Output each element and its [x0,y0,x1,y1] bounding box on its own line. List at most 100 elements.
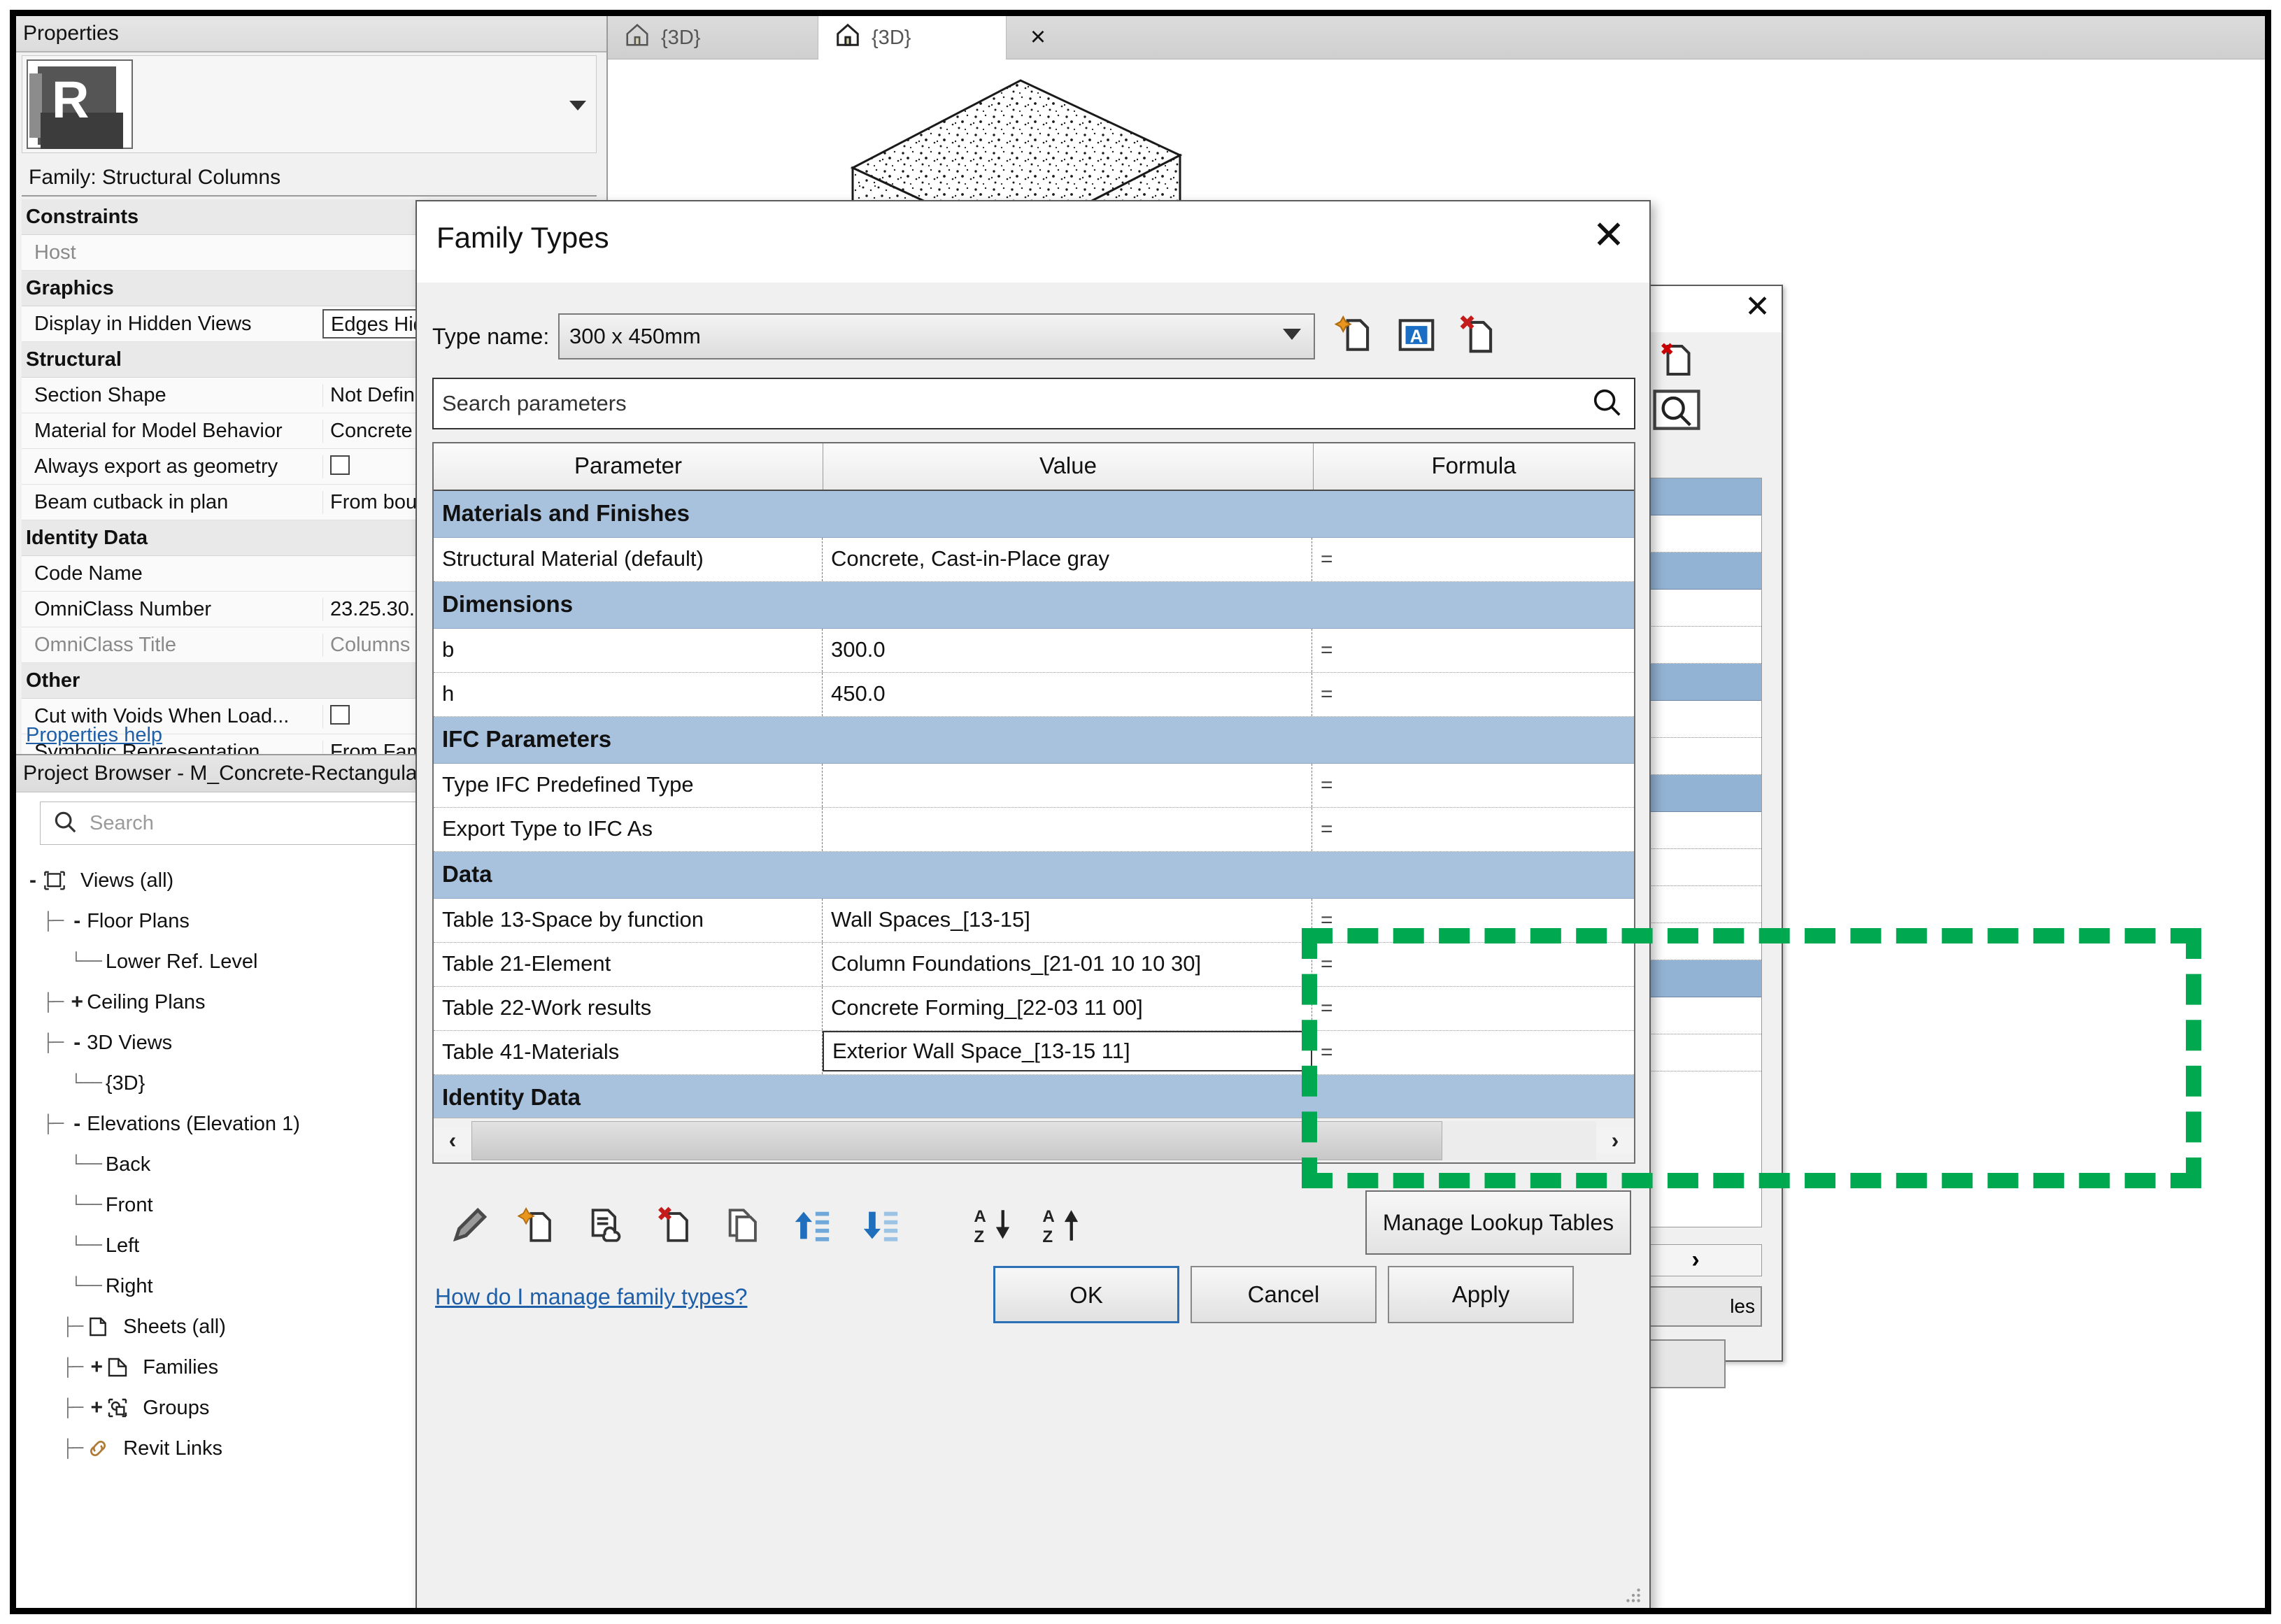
new-type-icon[interactable] [1333,313,1377,360]
collapse-icon[interactable]: - [67,1112,87,1136]
property-name: Section Shape [34,383,166,406]
parameter-value[interactable] [823,808,1312,851]
parameter-value[interactable]: Concrete Forming_[22-03 11 00] [823,987,1312,1030]
scroll-right-button[interactable]: › [1596,1127,1634,1153]
chevron-down-icon [1283,329,1301,340]
parameter-value[interactable]: Wall Spaces_[13-15] [823,899,1312,942]
parameter-row[interactable]: Export Type to IFC As = [434,808,1634,852]
manage-lookup-tables-button[interactable]: Manage Lookup Tables [1365,1190,1631,1255]
collapse-icon[interactable]: - [23,869,43,892]
parameters-table[interactable]: Parameter Value Formula Materials and Fi… [432,442,1635,1164]
sort-descending-icon[interactable]: A Z [958,1192,1027,1259]
properties-help-link[interactable]: Properties help [26,724,162,747]
tree-item-label: Floor Plans [87,909,190,932]
dialog-body: Type name: 300 x 450mm A Search paramete… [417,283,1649,1608]
parameter-name: h [434,673,823,716]
tree-item-label: Ceiling Plans [87,990,206,1013]
properties-panel-title: Properties [16,16,606,52]
revit-logo-icon: R [27,59,133,149]
sort-ascending-icon[interactable]: A Z [1027,1192,1095,1259]
formula-equals: = [1321,909,1333,932]
expand-icon[interactable]: + [87,1396,106,1420]
ok-button[interactable]: OK [993,1266,1179,1323]
delete-type-icon[interactable] [1656,339,1698,385]
tree-item-label: Revit Links [123,1437,223,1460]
views-icon [43,870,73,891]
resize-grip-icon[interactable] [1624,1586,1642,1604]
edit-pencil-icon[interactable] [435,1192,504,1259]
home-icon [623,22,651,54]
parameter-row[interactable]: b 300.0 = [434,629,1634,673]
delete-parameter-icon[interactable] [641,1192,709,1259]
parameter-row[interactable]: Type IFC Predefined Type = [434,764,1634,808]
expand-icon[interactable]: + [87,1355,106,1379]
parameter-row[interactable]: h 450.0 = [434,673,1634,717]
search-parameters-input[interactable]: Search parameters [432,378,1635,429]
scrollbar-thumb[interactable] [471,1120,1442,1160]
background-dialog-secondary-button[interactable] [1642,1339,1726,1388]
parameter-row[interactable]: Structural Material (default) Concrete, C… [434,538,1634,582]
parameter-value[interactable] [823,764,1312,807]
close-icon[interactable]: ✕ [1588,214,1630,257]
new-parameter-icon[interactable] [504,1192,572,1259]
rename-type-icon[interactable]: A [1395,313,1438,360]
collapse-icon[interactable]: - [67,1031,87,1055]
parameter-category-row: Dimensions [434,582,1634,629]
parameter-formula[interactable]: = [1312,764,1634,807]
table-horizontal-scrollbar[interactable]: ‹ › [434,1118,1634,1162]
column-header-value: Value [823,443,1314,490]
parameter-formula[interactable]: = [1312,629,1634,672]
family-types-dialog[interactable]: Family Types ✕ Type name: 300 x 450mm A … [415,200,1651,1608]
search-icon[interactable] [1591,386,1623,422]
close-icon[interactable]: ✕ [1744,292,1770,322]
type-name-dropdown[interactable]: 300 x 450mm [558,313,1315,359]
parameter-formula[interactable]: = [1312,943,1634,986]
parameter-formula[interactable]: = [1312,1031,1634,1074]
how-do-i-manage-family-types-link[interactable]: How do I manage family types? [435,1284,747,1310]
table-body: Materials and Finishes Structural Materia… [434,491,1634,1162]
move-up-icon[interactable] [778,1192,846,1259]
delete-type-icon[interactable] [1456,313,1500,360]
parameter-formula[interactable]: = [1312,673,1634,716]
parameter-value[interactable]: Exterior Wall Space_[13-15 11] [823,1031,1312,1071]
checkbox[interactable] [330,704,350,725]
formula-equals: = [1321,818,1333,841]
shared-parameter-icon[interactable] [572,1192,641,1259]
parameter-value[interactable]: Column Foundations_[21-01 10 10 30] [823,943,1312,986]
parameter-formula[interactable]: = [1312,538,1634,581]
cancel-button[interactable]: Cancel [1191,1266,1377,1323]
parameter-formula[interactable]: = [1312,808,1634,851]
parameter-value[interactable]: 450.0 [823,673,1312,716]
parameter-category-row: IFC Parameters [434,717,1634,764]
collapse-icon[interactable]: - [67,909,87,933]
dialog-titlebar: Family Types ✕ [417,201,1649,283]
parameter-value[interactable]: 300.0 [823,629,1312,672]
tree-connector: └── [71,951,102,972]
checkbox[interactable] [330,455,350,475]
parameter-row[interactable]: Table 41-Materials Exterior Wall Space_[1… [434,1031,1634,1075]
parameter-formula[interactable]: = [1312,987,1634,1030]
parameter-row[interactable]: Table 13-Space by function Wall Spaces_[1… [434,899,1634,943]
chevron-down-icon[interactable] [569,101,586,111]
search-icon[interactable] [1653,390,1700,434]
move-down-icon[interactable] [846,1192,915,1259]
parameter-formula[interactable]: = [1312,899,1634,942]
tab-close-icon[interactable]: × [1024,22,1052,52]
tab-3d-view-1[interactable]: {3D} [608,16,818,59]
duplicate-parameter-icon[interactable] [709,1192,778,1259]
scrollbar-track[interactable] [471,1120,1596,1160]
tree-item-label: 3D Views [87,1031,173,1054]
formula-equals: = [1321,997,1333,1020]
tab-label: {3D} [661,26,701,49]
tab-3d-view-2[interactable]: {3D} [818,16,1007,59]
dialog-title: Family Types [436,221,609,254]
parameter-row[interactable]: Table 22-Work results Concrete Forming_[2… [434,987,1634,1031]
type-selector-box[interactable]: R [22,55,597,153]
search-parameters-placeholder: Search parameters [442,391,627,415]
expand-icon[interactable]: + [67,990,87,1014]
apply-button[interactable]: Apply [1388,1266,1574,1323]
parameter-value[interactable]: Concrete, Cast-in-Place gray [823,538,1312,581]
scroll-left-button[interactable]: ‹ [434,1127,471,1153]
parameter-row[interactable]: Table 21-Element Column Foundations_[21-0… [434,943,1634,987]
parameter-name: Structural Material (default) [434,538,823,581]
